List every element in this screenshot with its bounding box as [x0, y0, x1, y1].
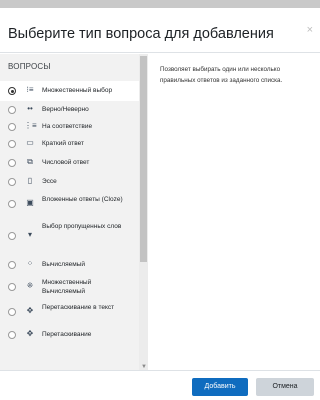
calculatedmulti-icon: ⁜ — [26, 281, 34, 290]
question-type-label: Числовой ответ — [42, 159, 90, 167]
question-type-item[interactable]: ⁜ Множественный Вычисляемый — [0, 275, 139, 299]
question-type-item[interactable]: ✥ Перетаскивание — [0, 325, 139, 345]
shortanswer-icon: ▭ — [26, 138, 34, 147]
question-type-item[interactable]: ▯ Эссе — [0, 173, 139, 191]
question-type-label: Множественный выбор — [42, 87, 113, 95]
question-type-label: Множественный Вычисляемый — [42, 278, 92, 296]
question-type-description: Позволяет выбирать один или несколько пр… — [160, 66, 283, 84]
question-type-item[interactable]: •• Верно/Неверно — [0, 102, 139, 118]
question-type-radio[interactable] — [8, 331, 16, 339]
question-type-item[interactable]: ▣ Вложенные ответы (Cloze) — [0, 191, 139, 217]
cloze-icon: ▣ — [26, 198, 34, 207]
question-type-radio[interactable] — [8, 232, 16, 240]
question-type-radio[interactable] — [8, 261, 16, 269]
question-type-radio[interactable] — [8, 178, 16, 186]
section-title: ВОПРОСЫ — [8, 62, 51, 71]
calculated-icon: ⁘ — [26, 259, 34, 268]
question-type-radio[interactable] — [8, 106, 16, 114]
question-type-radio[interactable] — [8, 159, 16, 167]
question-type-radio[interactable] — [8, 283, 16, 291]
question-type-panel: ВОПРОСЫ ⁝≡ Множественный выбор •• Верно/Нев… — [0, 54, 148, 370]
ddimageortext-icon: ✥ — [26, 329, 34, 338]
question-type-label: Вычисляемый — [42, 261, 85, 269]
question-type-label: Краткий ответ — [42, 140, 84, 148]
question-type-label: Перетаскивание в текст — [42, 303, 115, 311]
numerical-icon: ⧉ — [27, 157, 33, 166]
close-icon[interactable]: × — [307, 24, 313, 36]
question-type-item[interactable]: ⧉ Числовой ответ — [0, 154, 139, 172]
question-type-label: Выбор пропущенных слов — [42, 222, 122, 230]
question-type-label: Эссе — [42, 178, 57, 186]
question-type-label: На соответствие — [42, 123, 93, 131]
question-type-label: Перетаскивание — [42, 331, 92, 339]
scrollbar[interactable]: ▼ — [139, 54, 148, 370]
question-type-radio[interactable] — [8, 87, 16, 95]
question-type-radio[interactable] — [8, 308, 16, 316]
dialog-header: Выберите тип вопроса для добавления × — [0, 8, 320, 53]
question-type-radio[interactable] — [8, 200, 16, 208]
essay-icon: ▯ — [27, 176, 33, 185]
truefalse-icon: •• — [27, 104, 33, 113]
dialog-footer: Добавить Отмена — [0, 370, 320, 400]
question-type-item[interactable]: ▾ Выбор пропущенных слов — [0, 217, 139, 255]
question-type-label: Вложенные ответы (Cloze) — [42, 195, 123, 203]
question-type-item[interactable]: ✥ Перетаскивание в текст — [0, 299, 139, 325]
question-type-item[interactable]: ⋮≡ На соответствие — [0, 119, 139, 135]
question-type-item[interactable]: ⁘ Вычисляемый — [0, 256, 139, 274]
gapselect-icon: ▾ — [27, 230, 32, 239]
multichoice-icon: ⁝≡ — [26, 85, 34, 94]
top-bar — [0, 0, 320, 8]
question-type-label: Верно/Неверно — [42, 106, 89, 114]
question-type-radio[interactable] — [8, 140, 16, 148]
add-button[interactable]: Добавить — [192, 378, 248, 396]
description-panel: Позволяет выбирать один или несколько пр… — [148, 54, 320, 370]
cancel-button[interactable]: Отмена — [256, 378, 314, 396]
question-type-radio[interactable] — [8, 123, 16, 131]
dialog-title: Выберите тип вопроса для добавления — [8, 26, 274, 42]
scrollbar-thumb[interactable] — [140, 56, 147, 262]
question-type-item[interactable]: ⁝≡ Множественный выбор — [0, 81, 139, 101]
match-icon: ⋮≡ — [24, 121, 37, 130]
ddwtos-icon: ✥ — [26, 306, 34, 315]
question-type-item[interactable]: ▭ Краткий ответ — [0, 136, 139, 152]
